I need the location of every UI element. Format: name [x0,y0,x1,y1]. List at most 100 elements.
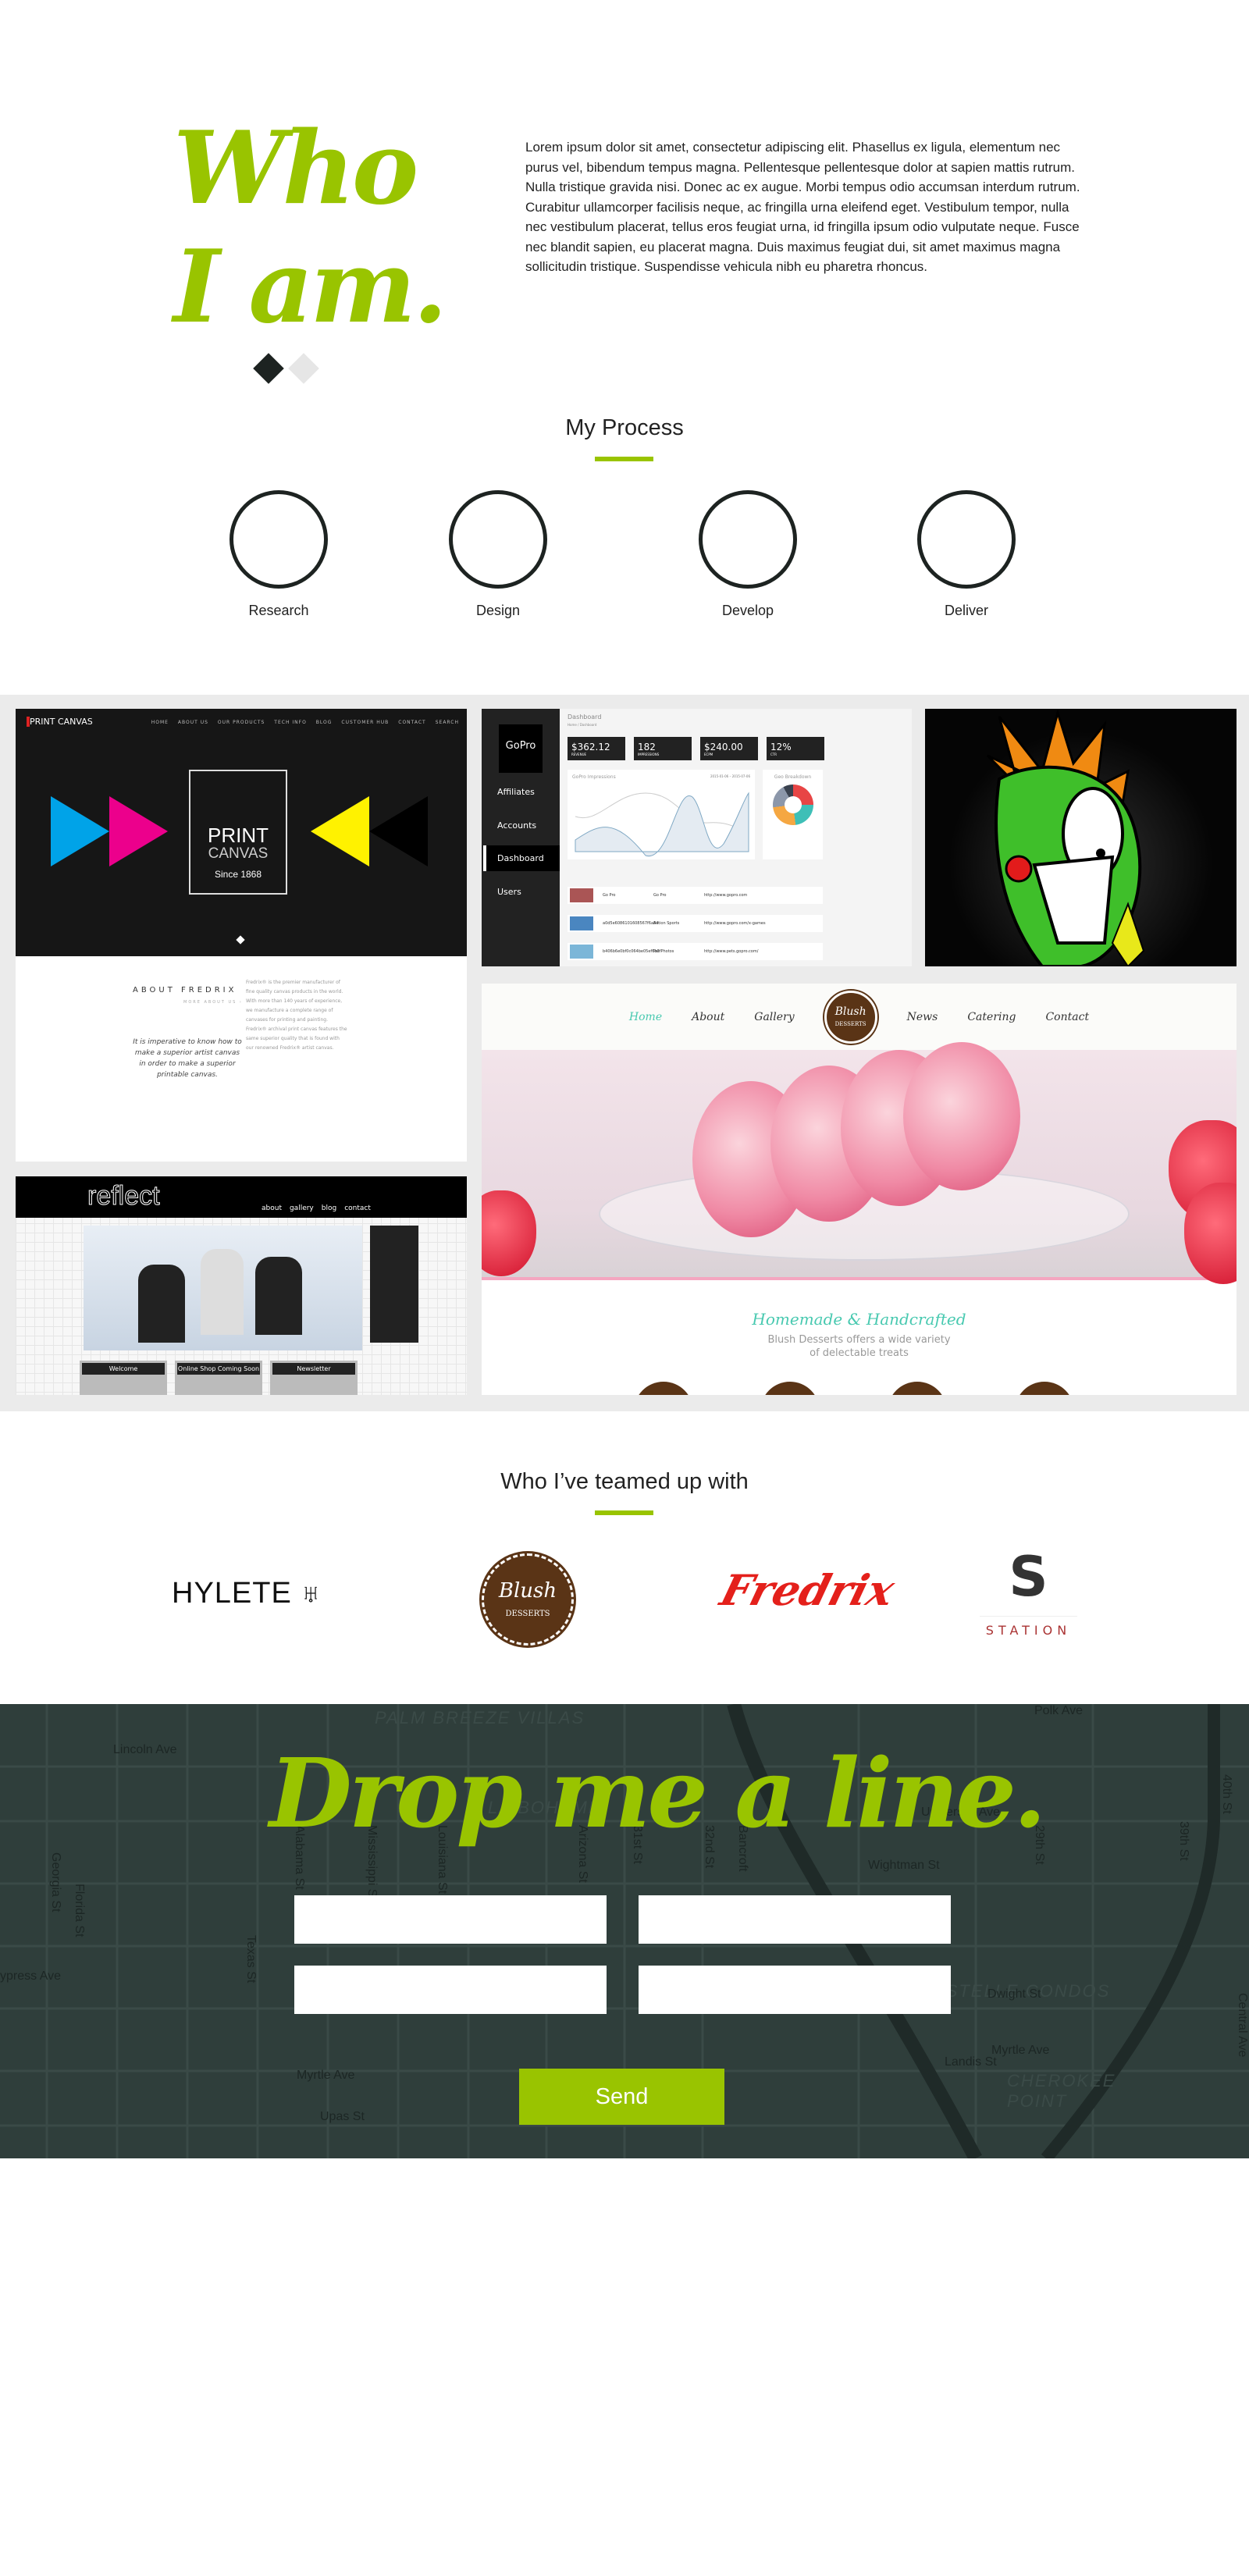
zombie-illustration [986,709,1145,966]
logo-text: Blush [498,1579,557,1603]
nav-item: About [692,1010,725,1023]
process-circle-research [230,490,328,589]
subject-field[interactable] [639,1966,951,2014]
sidebar-item-accounts: Accounts [497,820,537,831]
nav-item: OUR PRODUCTS [217,720,265,725]
about-quote: It is imperative to know how to make a s… [133,1038,242,1079]
stat-value: $240.00 [704,742,743,753]
cell: b406b6e0bf0c064be05ef6b0f [603,949,661,954]
breadcrumb: Home / Dashboard [568,723,597,727]
process-label: Develop [721,603,774,618]
stat-label: IMPRESSIONS [638,753,660,756]
nav-item: ABOUT US [177,720,208,725]
contact-title: Drop me a line. [269,1737,1046,1849]
print-canvas-logo: PRINT CANVAS [27,717,93,727]
partners-title: Who I’ve teamed up with [500,1469,749,1494]
subtitle-line: Blush Desserts offers a wide variety [767,1334,951,1346]
portfolio-item-zombie-illustration[interactable] [925,709,1237,966]
process-label: Research [248,603,309,618]
stat-card: 12% CTR [767,737,824,760]
about-body: Fredrix® is the premier manufacturer of … [246,980,347,1051]
nav-item: about [262,1204,282,1212]
map-label: PALM BREEZE VILLAS [375,1708,585,1727]
cyan-triangle [51,796,109,866]
stat-label: CTR [770,753,778,756]
slider-dot-active[interactable] [253,353,284,384]
person [255,1257,302,1335]
logo-text: HYLETE [172,1577,292,1610]
process-circle-deliver [917,490,1016,589]
thumbnail [570,945,593,959]
category-circle [1015,1382,1074,1395]
stat-card: $240.00 ECPM [700,737,758,760]
phone-field[interactable] [294,1966,607,2014]
table-row: Go Pro Go Pro http://www.gopro.com [568,887,823,904]
stat-value: 12% [770,742,792,753]
blush-desserts-logo: Blush DESSERTS [482,1553,574,1646]
yellow-triangle [311,796,369,866]
category-circle [888,1382,947,1395]
impressions-line-chart [575,792,749,856]
gopro-logo: GoPro [499,724,543,773]
thumbnail [570,888,593,902]
fredrix-logo: Fredrix [715,1565,900,1615]
reflect-logo: reflect [87,1181,161,1212]
map-label: Dwight St [987,1987,1041,2001]
chart-title: GoPro Impressions [572,774,616,780]
portfolio-gallery: PRINT CANVAS HOME ABOUT US OUR PRODUCTS TEC… [0,695,1249,1411]
cell: a0d5e6086101608567f6a84 [603,921,659,926]
map-label: Central Ave [1236,1993,1249,2058]
reflect-header: reflect about gallery blog contact [16,1176,467,1218]
cell: Go Pro [653,893,667,898]
portfolio-item-reflect[interactable]: reflect about gallery blog contact Welcome … [16,1176,467,1395]
portfolio-item-print-canvas[interactable]: PRINT CANVAS HOME ABOUT US OUR PRODUCTS TEC… [16,709,467,1162]
map-label: Georgia St [49,1852,62,1912]
person [138,1265,185,1343]
process-label: Design [475,603,521,618]
nav-item: contact [344,1204,371,1212]
geo-title: Geo Breakdown [774,774,812,780]
process-circle-design [449,490,547,589]
geo-breakdown: Geo Breakdown [763,770,823,859]
send-button[interactable]: Send [519,2069,724,2125]
email-field[interactable] [639,1895,951,1944]
about-paragraph: Lorem ipsum dolor sit amet, consectetur … [525,140,1080,274]
name-field[interactable] [294,1895,607,1944]
thumbnail [570,916,593,930]
sidebar-item-users: Users [497,887,521,897]
table-row: a0d5e6086101608567f6a84 Action Sports http… [568,915,823,932]
box-title: Online Shop Coming Soon [177,1363,260,1375]
about-title: Who I am. [173,109,447,347]
map-label: Lincoln Ave [113,1743,177,1756]
shop-box: Online Shop Coming Soon [175,1361,262,1395]
about-link[interactable]: MORE ABOUT US › [183,1000,243,1005]
stat-card: 182 IMPRESSIONS [634,737,692,760]
title-line: I am. [173,229,447,346]
gopro-sidebar: GoPro Affiliates Accounts Dashboard User… [482,709,560,966]
map-label: 39th St [1177,1821,1190,1861]
blush-logo: Blush DESSERTS [824,990,877,1044]
nav-item: Catering [967,1010,1016,1023]
nav-item: blog [321,1204,337,1212]
title-underline [595,1510,653,1515]
map-label: Upas St [320,2110,365,2123]
map-label: Wightman St [868,1859,940,1872]
stat-card: $362.12 REVENUE [568,737,625,760]
process-circle-develop [699,490,797,589]
logo-subtext: DESSERTS [834,1020,866,1027]
magenta-triangle [109,796,168,866]
print-canvas-nav: HOME ABOUT US OUR PRODUCTS TECH INFO BLOG CUS… [151,720,459,725]
slide-indicator[interactable] [236,935,245,945]
station-s-icon: S [1009,1545,1048,1609]
nav-item: Home [628,1010,663,1023]
logo-text: Blush [834,1005,866,1018]
to-date: 2015-07-06 [731,774,750,778]
slider-dot[interactable] [288,353,319,384]
subtitle-line: of delectable treats [810,1347,909,1359]
map-label: Myrtle Ave [991,2044,1050,2057]
reflect-hero-photo [84,1226,362,1350]
portfolio-item-blush-desserts[interactable]: Home About Gallery Blush DESSERTS News Ca… [482,984,1237,1395]
portfolio-item-gopro[interactable]: GoPro Affiliates Accounts Dashboard User… [482,709,912,966]
logo-subtext: DESSERTS [505,1610,550,1618]
newsletter-box: Newsletter [270,1361,358,1395]
